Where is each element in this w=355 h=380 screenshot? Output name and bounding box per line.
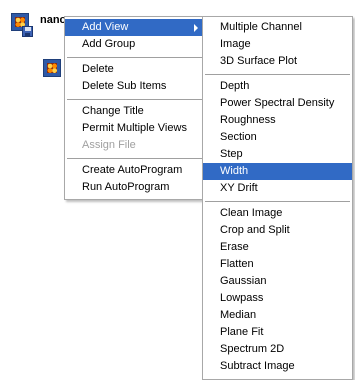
submenu-item-label: Image	[220, 38, 251, 50]
menu-item-label: Change Title	[82, 105, 144, 117]
submenu-item-label: Multiple Channel	[220, 21, 302, 33]
submenu-item-xy-drift[interactable]: XY Drift	[203, 180, 352, 197]
menu-item-label: Assign File	[82, 139, 136, 151]
submenu-item-crop-and-split[interactable]: Crop and Split	[203, 222, 352, 239]
add-view-submenu: Multiple Channel Image 3D Surface Plot Dept…	[202, 16, 353, 380]
menu-separator	[67, 99, 202, 100]
submenu-item-label: Spectrum 2D	[220, 343, 285, 355]
save-disk-icon	[22, 26, 33, 37]
submenu-item-label: Step	[220, 148, 243, 160]
submenu-item-image[interactable]: Image	[203, 36, 352, 53]
menu-separator	[205, 74, 350, 75]
submenu-item-erase[interactable]: Erase	[203, 239, 352, 256]
submenu-item-label: Roughness	[220, 114, 276, 126]
menu-item-add-view[interactable]: Add View	[65, 19, 204, 36]
submenu-item-label: Power Spectral Density	[220, 97, 335, 109]
submenu-item-label: Gaussian	[220, 275, 267, 287]
submenu-item-gaussian[interactable]: Gaussian	[203, 273, 352, 290]
menu-separator	[67, 57, 202, 58]
submenu-item-label: Section	[220, 131, 257, 143]
menu-separator	[67, 158, 202, 159]
submenu-item-label: Flatten	[220, 258, 254, 270]
menu-separator	[205, 201, 350, 202]
submenu-arrow-icon	[194, 24, 198, 32]
submenu-item-plane-fit[interactable]: Plane Fit	[203, 324, 352, 341]
submenu-item-section[interactable]: Section	[203, 129, 352, 146]
submenu-item-label: Crop and Split	[220, 224, 290, 236]
submenu-item-label: Depth	[220, 80, 250, 92]
menu-item-permit-multiple-views[interactable]: Permit Multiple Views	[65, 120, 204, 137]
menu-item-label: Add View	[82, 21, 129, 33]
submenu-item-label: Clean Image	[220, 207, 283, 219]
submenu-item-step[interactable]: Step	[203, 146, 352, 163]
submenu-item-power-spectral-density[interactable]: Power Spectral Density	[203, 95, 352, 112]
menu-item-assign-file: Assign File	[65, 137, 204, 154]
submenu-item-label: 3D Surface Plot	[220, 55, 298, 67]
submenu-item-label: Median	[220, 309, 257, 321]
menu-item-label: Run AutoProgram	[82, 181, 170, 193]
submenu-item-median[interactable]: Median	[203, 307, 352, 324]
submenu-item-3d-surface-plot[interactable]: 3D Surface Plot	[203, 53, 352, 70]
menu-item-label: Delete	[82, 63, 114, 75]
submenu-item-label: Lowpass	[220, 292, 264, 304]
menu-item-delete[interactable]: Delete	[65, 61, 204, 78]
menu-item-label: Create AutoProgram	[82, 164, 183, 176]
submenu-item-multiple-channel[interactable]: Multiple Channel	[203, 19, 352, 36]
submenu-item-flatten[interactable]: Flatten	[203, 256, 352, 273]
menu-item-label: Delete Sub Items	[82, 80, 167, 92]
submenu-item-label: Plane Fit	[220, 326, 264, 338]
menu-item-create-autoprogram[interactable]: Create AutoProgram	[65, 162, 204, 179]
submenu-item-label: Erase	[220, 241, 249, 253]
menu-item-label: Permit Multiple Views	[82, 122, 187, 134]
submenu-item-lowpass[interactable]: Lowpass	[203, 290, 352, 307]
submenu-item-width[interactable]: Width	[203, 163, 352, 180]
submenu-item-roughness[interactable]: Roughness	[203, 112, 352, 129]
menu-item-add-group[interactable]: Add Group	[65, 36, 204, 53]
menu-item-label: Add Group	[82, 38, 136, 50]
image-thumbnail-icon	[43, 59, 61, 77]
document-icon[interactable]	[8, 12, 34, 38]
menu-item-change-title[interactable]: Change Title	[65, 103, 204, 120]
submenu-item-depth[interactable]: Depth	[203, 78, 352, 95]
submenu-item-subtract-image[interactable]: Subtract Image	[203, 358, 352, 375]
submenu-item-label: Subtract Image	[220, 360, 295, 372]
submenu-item-label: Width	[220, 165, 249, 177]
submenu-item-label: XY Drift	[220, 182, 258, 194]
menu-item-run-autoprogram[interactable]: Run AutoProgram	[65, 179, 204, 196]
image-icon[interactable]	[40, 58, 66, 84]
submenu-item-spectrum-2d[interactable]: Spectrum 2D	[203, 341, 352, 358]
menu-item-delete-sub-items[interactable]: Delete Sub Items	[65, 78, 204, 95]
context-menu: Add View Add Group Delete Delete Sub Items C…	[64, 16, 205, 200]
submenu-item-clean-image[interactable]: Clean Image	[203, 205, 352, 222]
